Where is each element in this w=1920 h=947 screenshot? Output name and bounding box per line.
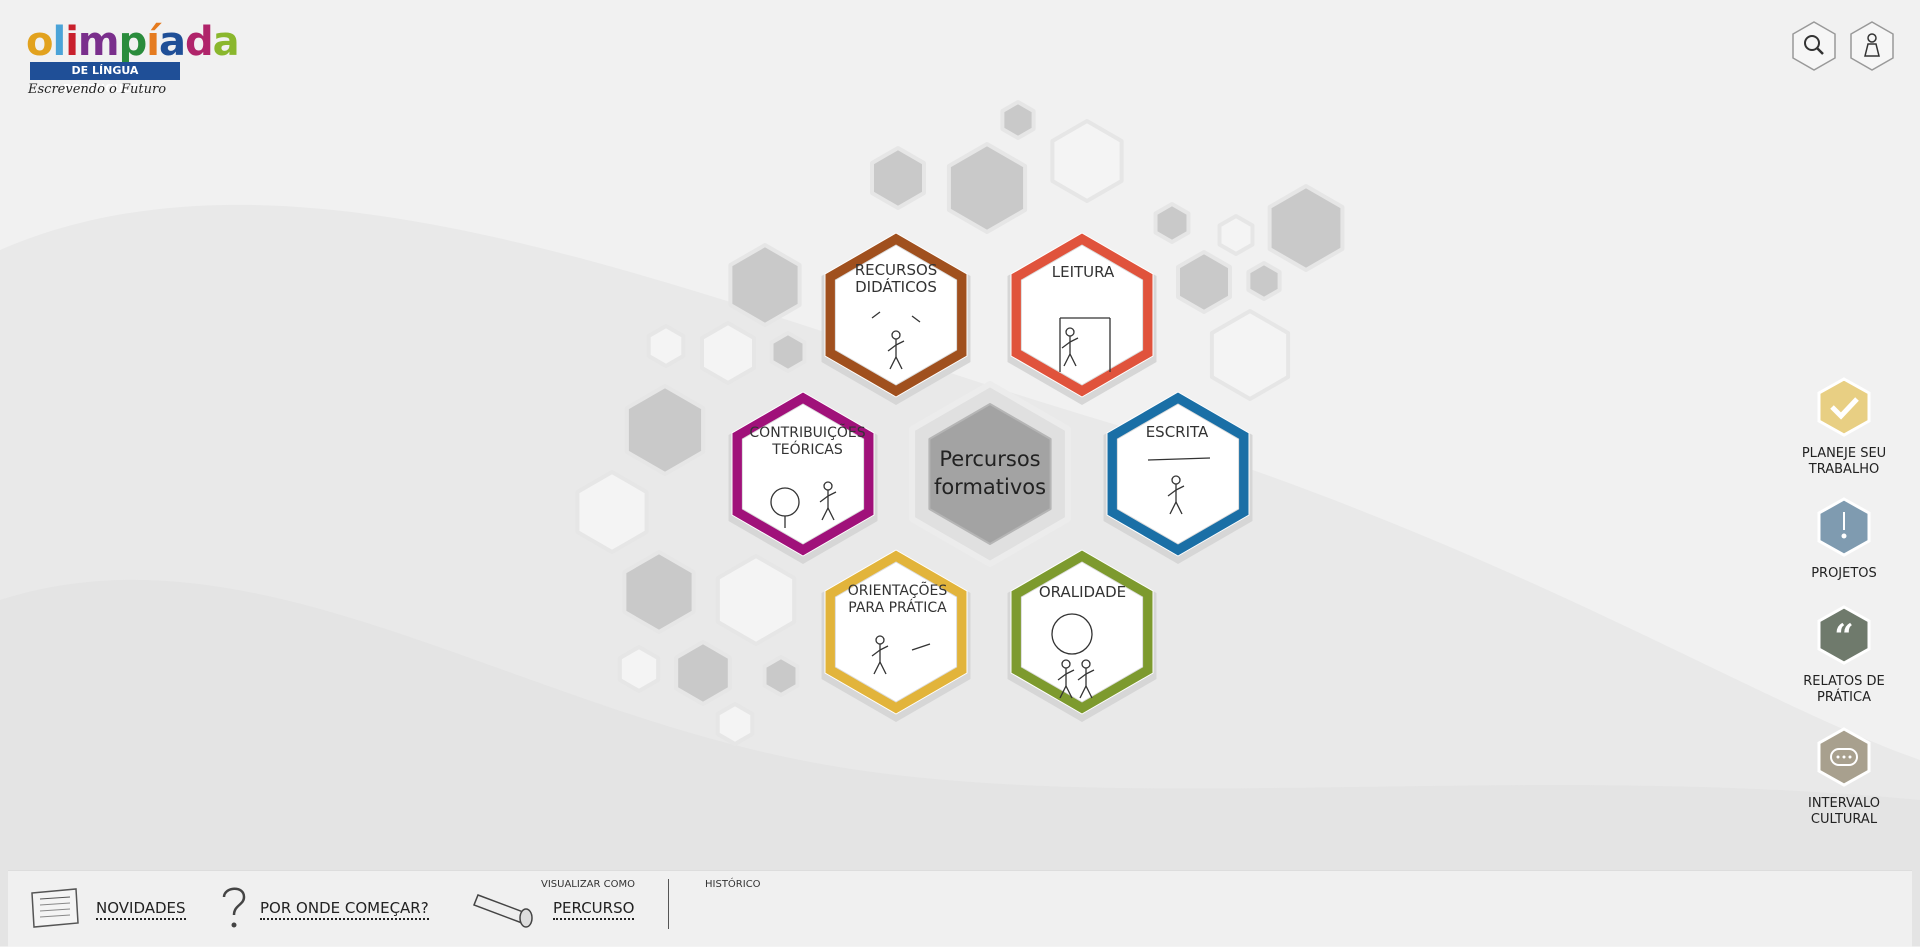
decorative-hex [1209,309,1291,401]
svg-text:“: “ [1834,617,1854,657]
footer-bar: NOVIDADES POR ONDE COMEÇAR? VISUALIZAR C… [8,870,1912,947]
decorative-hex [624,384,706,476]
visualizar-como-label: VISUALIZAR COMO [541,879,635,890]
chat-icon [1817,727,1871,787]
historico-label[interactable]: HISTÓRICO [705,879,761,890]
decorative-hex [769,331,807,373]
footer-divider [668,879,669,929]
center-title: Percursos formativos [933,447,1047,499]
decorative-hex [622,550,696,634]
decorative-hex [575,470,649,554]
quote-icon: “ [1817,605,1871,665]
decorative-hex [700,321,756,385]
decorative-hex [1217,214,1255,256]
decorative-hex [646,324,686,368]
decorative-hex [1246,261,1282,301]
decorative-hex [1153,202,1191,244]
side-item-intervalo[interactable]: INTERVALO CULTURAL [1784,726,1904,828]
decorative-hex [715,702,755,746]
decorative-hex [762,655,800,697]
percurso-link[interactable]: PERCURSO [553,899,635,920]
decorative-hex [715,554,797,646]
decorative-hex [870,146,926,210]
check-icon [1817,377,1871,437]
side-item-relatos[interactable]: “ RELATOS DE PRÁTICA [1784,604,1904,706]
newspaper-icon [31,888,79,928]
side-item-projetos[interactable]: PROJETOS [1784,496,1904,582]
por-onde-comecar-link[interactable]: POR ONDE COMEÇAR? [260,899,429,920]
decorative-hex [1267,184,1345,272]
decorative-hex [1176,250,1232,314]
decorative-hex [946,142,1028,234]
decorative-hex [617,645,661,693]
decorative-hex [1050,119,1124,203]
telescope-icon [473,894,533,928]
decorative-hex [1000,100,1036,140]
clock-icon [1817,497,1871,557]
novidades-link[interactable]: NOVIDADES [96,899,186,920]
decorative-hex [674,640,732,706]
question-icon [222,887,246,928]
decorative-hex [728,243,802,327]
side-item-planeje[interactable]: PLANEJE SEU TRABALHO [1784,376,1904,478]
